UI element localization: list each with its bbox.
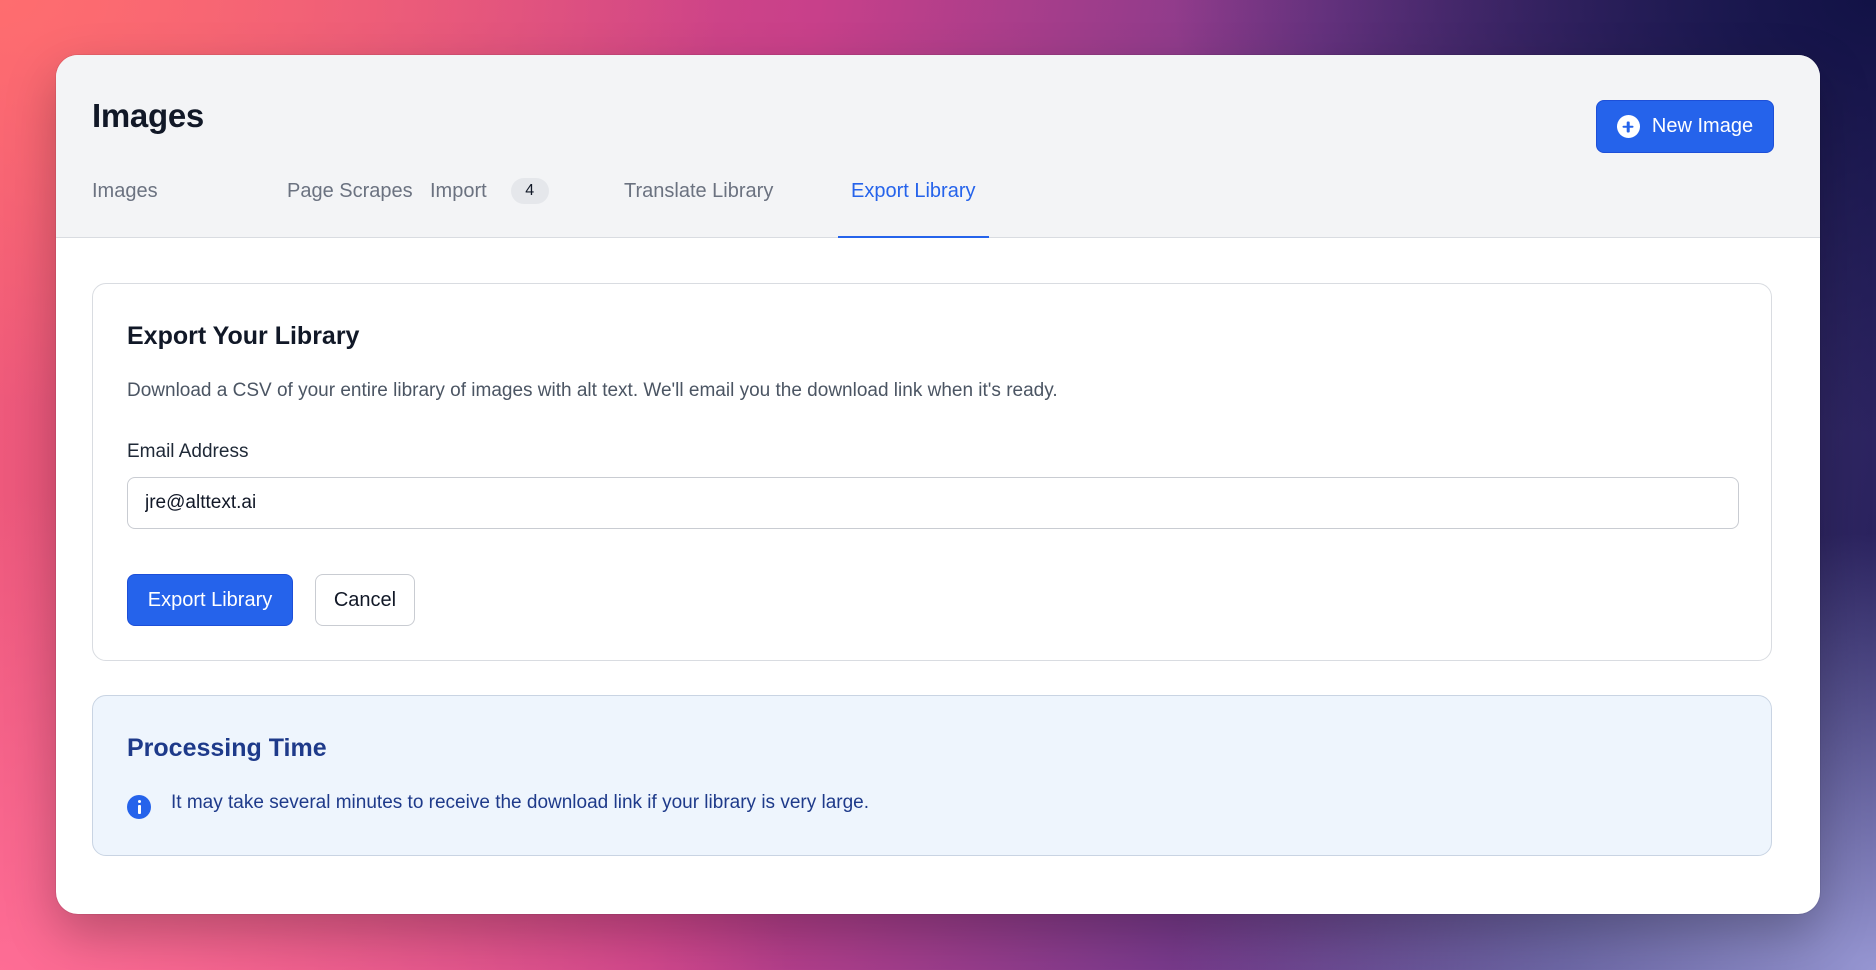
notice-text: It may take several minutes to receive t… xyxy=(171,792,870,813)
email-field[interactable] xyxy=(127,477,1739,529)
page-title: Images xyxy=(92,97,204,134)
processing-time-notice: Processing Time It may take several minu… xyxy=(92,695,1772,856)
export-card-title: Export Your Library xyxy=(127,322,360,350)
tab-label: Export Library xyxy=(851,180,976,202)
new-image-button[interactable]: New Image xyxy=(1596,100,1774,153)
tab-label: Import xyxy=(430,180,487,202)
tab-label: Images xyxy=(92,180,158,202)
main-content: Export Your Library Download a CSV of yo… xyxy=(92,283,1772,856)
plus-circle-icon xyxy=(1616,115,1640,138)
new-image-button-label: New Image xyxy=(1651,115,1754,137)
tab-images[interactable]: Images xyxy=(79,174,171,238)
app-window: Images New Image Images Page Scrapes Imp… xyxy=(56,55,1820,914)
tab-bar: Images Page Scrapes Import 4 Translate L… xyxy=(56,174,1820,238)
tab-label: Translate Library xyxy=(624,180,774,202)
tab-translate-library[interactable]: Translate Library xyxy=(611,174,786,238)
tab-page-scrapes[interactable]: Page Scrapes xyxy=(274,174,426,238)
cancel-button[interactable]: Cancel xyxy=(315,574,415,626)
page-header: Images New Image Images Page Scrapes Imp… xyxy=(56,55,1820,238)
tab-import[interactable]: Import 4 xyxy=(417,174,562,238)
import-count-badge: 4 xyxy=(510,178,549,204)
notice-title: Processing Time xyxy=(127,734,327,762)
info-icon xyxy=(127,795,151,819)
tab-export-library[interactable]: Export Library xyxy=(838,174,989,238)
export-card: Export Your Library Download a CSV of yo… xyxy=(92,283,1772,661)
export-library-button[interactable]: Export Library xyxy=(127,574,293,626)
email-label: Email Address xyxy=(127,441,249,462)
export-card-description: Download a CSV of your entire library of… xyxy=(127,380,1058,401)
tab-label: Page Scrapes xyxy=(287,180,413,202)
